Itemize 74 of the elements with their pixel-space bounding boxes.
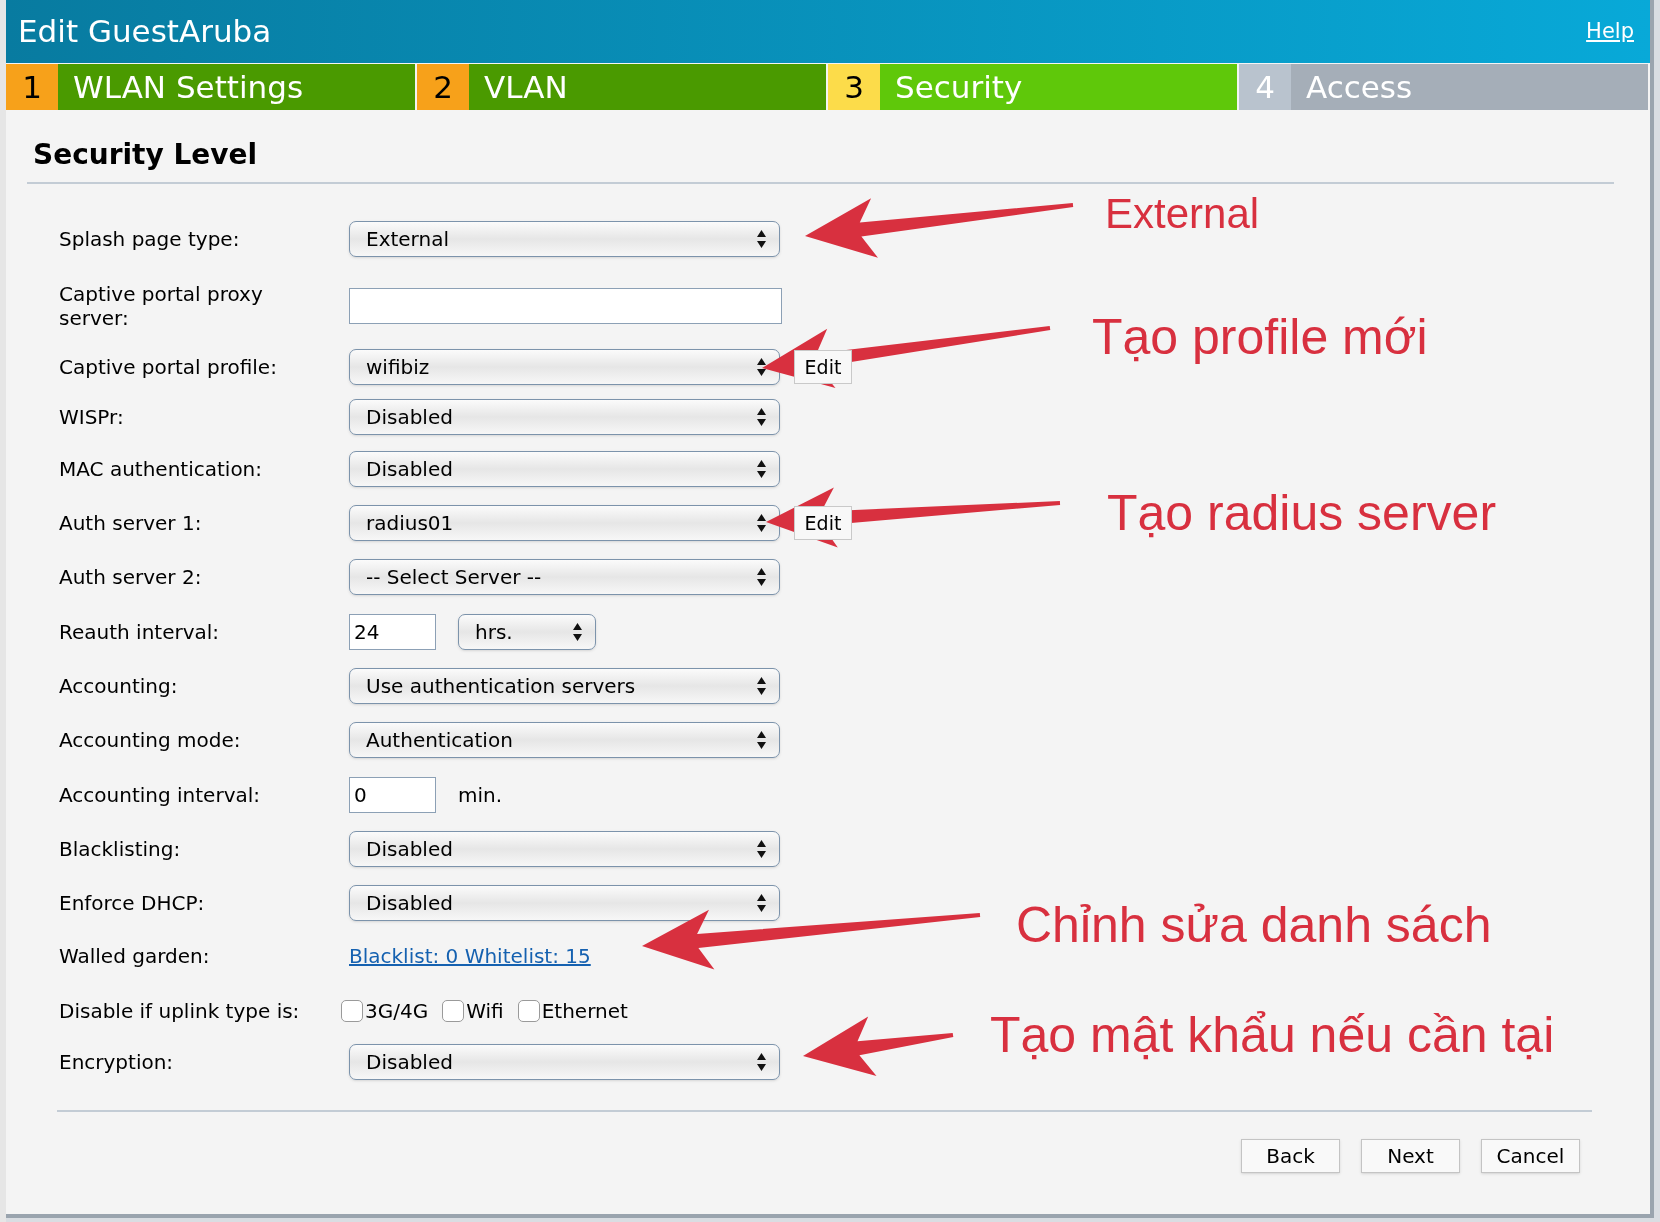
window-title: Edit GuestAruba [18,12,272,52]
select-arrows-icon [756,1052,767,1072]
number-field[interactable]: 24 [349,613,436,650]
dialog-button[interactable]: Next [1361,1139,1460,1173]
checkbox[interactable] [442,1000,465,1022]
dropdown[interactable]: Disabled [349,885,780,921]
select-arrows-icon [756,567,767,587]
select-arrows-icon [756,730,767,750]
dropdown[interactable]: Disabled [349,451,780,487]
step-number: 2 [417,64,469,110]
field-label: Encryption: [59,1050,175,1074]
checkbox-label: 3G/4G [365,998,429,1025]
annotation-text: Tạo mật khẩu nếu cần tại [990,1006,1555,1065]
field-label: Blacklisting: [59,837,182,861]
checkbox[interactable] [341,1000,363,1022]
dropdown[interactable]: Use authentication servers [349,668,780,704]
select-arrows-icon [756,229,767,249]
annotation-text: Chỉnh sửa danh sách [1016,896,1492,955]
edit-button[interactable]: Edit [794,506,852,540]
dropdown[interactable]: Authentication [349,722,780,758]
annotation-text: Tạo radius server [1107,484,1497,543]
dropdown[interactable]: hrs. [458,613,596,650]
step-label: Security [894,67,1023,107]
field-label: Captive portal profile: [59,355,278,379]
select-arrows-icon [756,676,767,696]
field-label: Captive portal proxy server: [59,282,264,330]
checkbox-label: Wifi [466,998,504,1025]
unit-label: min. [458,781,503,809]
number-field[interactable]: 0 [349,776,436,813]
field-label: Auth server 2: [59,565,203,589]
field-label: MAC authentication: [59,457,264,481]
step-number: 1 [6,64,58,110]
annotation-text: External [1105,189,1260,239]
dropdown[interactable]: External [349,221,780,257]
select-arrows-icon [572,621,583,642]
dialog-button[interactable]: Back [1241,1139,1340,1173]
text-field[interactable] [349,288,782,324]
step-label: WLAN Settings [72,67,304,107]
edit-button[interactable]: Edit [794,350,852,384]
section-title: Security Level [27,134,1614,184]
select-arrows-icon [756,513,767,533]
select-arrows-icon [756,839,767,859]
select-arrows-icon [756,357,767,377]
step-number: 3 [828,64,880,110]
dialog-button[interactable]: Cancel [1481,1139,1580,1173]
annotation-text: Tạo profile mới [1092,308,1428,367]
field-label: Accounting interval: [59,782,262,807]
dropdown[interactable]: radius01 [349,505,780,541]
field-label: Reauth interval: [59,619,221,644]
dropdown[interactable]: wifibiz [349,349,780,385]
field-label: Accounting: [59,674,179,698]
wizard-step-tab[interactable]: 1 WLAN Settings [6,64,415,110]
field-label: Disable if uplink type is: [59,999,301,1023]
step-number: 4 [1239,64,1291,110]
field-label: Auth server 1: [59,511,203,535]
select-arrows-icon [756,407,767,427]
field-label: Splash page type: [59,227,241,251]
dropdown[interactable]: Disabled [349,1044,780,1080]
select-arrows-icon [756,459,767,479]
wizard-step-tab[interactable]: 2 VLAN [417,64,826,110]
dropdown[interactable]: -- Select Server -- [349,559,780,595]
field-label: Enforce DHCP: [59,891,206,915]
checkbox-label: Ethernet [541,998,628,1025]
field-label: Accounting mode: [59,728,242,752]
field-label: WISPr: [59,405,125,429]
step-label: Access [1305,67,1413,107]
select-arrows-icon [756,893,767,913]
dropdown[interactable]: Disabled [349,399,780,435]
checkbox[interactable] [517,1000,540,1022]
step-label: VLAN [483,67,568,107]
wizard-step-tab[interactable]: 3 Security [828,64,1237,110]
field-label: Walled garden: [59,944,211,968]
dropdown[interactable]: Disabled [349,831,780,867]
walled-garden-link[interactable]: Blacklist: 0 Whitelist: 15 [349,941,591,971]
